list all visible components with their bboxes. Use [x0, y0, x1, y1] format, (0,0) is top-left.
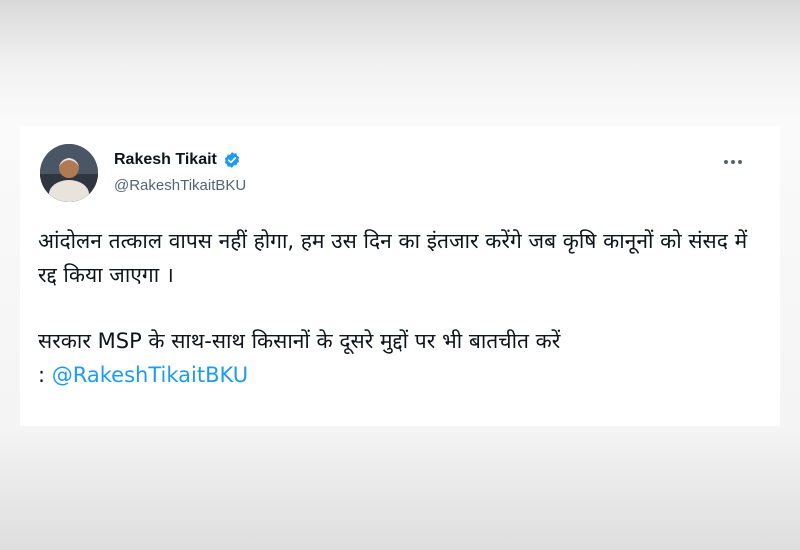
tweet-paragraph-1: आंदोलन तत्काल वापस नहीं होगा, हम उस दिन … [38, 229, 748, 287]
author-handle[interactable]: @RakeshTikaitBKU [114, 177, 246, 194]
tweet-card: Rakesh Tikait @RakeshTikaitBKU आंदोलन तत… [20, 126, 780, 426]
avatar[interactable] [40, 144, 98, 202]
more-horizontal-icon[interactable] [722, 154, 744, 164]
display-name[interactable]: Rakesh Tikait [114, 151, 217, 169]
tweet-text: आंदोलन तत्काल वापस नहीं होगा, हम उस दिन … [38, 224, 762, 392]
author-name-row: Rakesh Tikait [114, 151, 241, 169]
avatar-image [40, 144, 98, 202]
mention-link[interactable]: @RakeshTikaitBKU [52, 363, 248, 387]
tweet-paragraph-2-text: सरकार MSP के साथ-साथ किसानों के दूसरे मु… [38, 329, 561, 353]
tweet-paragraph-2-prefix: : [38, 363, 52, 387]
tweet-paragraph-2: सरकार MSP के साथ-साथ किसानों के दूसरे मु… [38, 324, 762, 392]
verified-badge-icon [223, 151, 241, 169]
